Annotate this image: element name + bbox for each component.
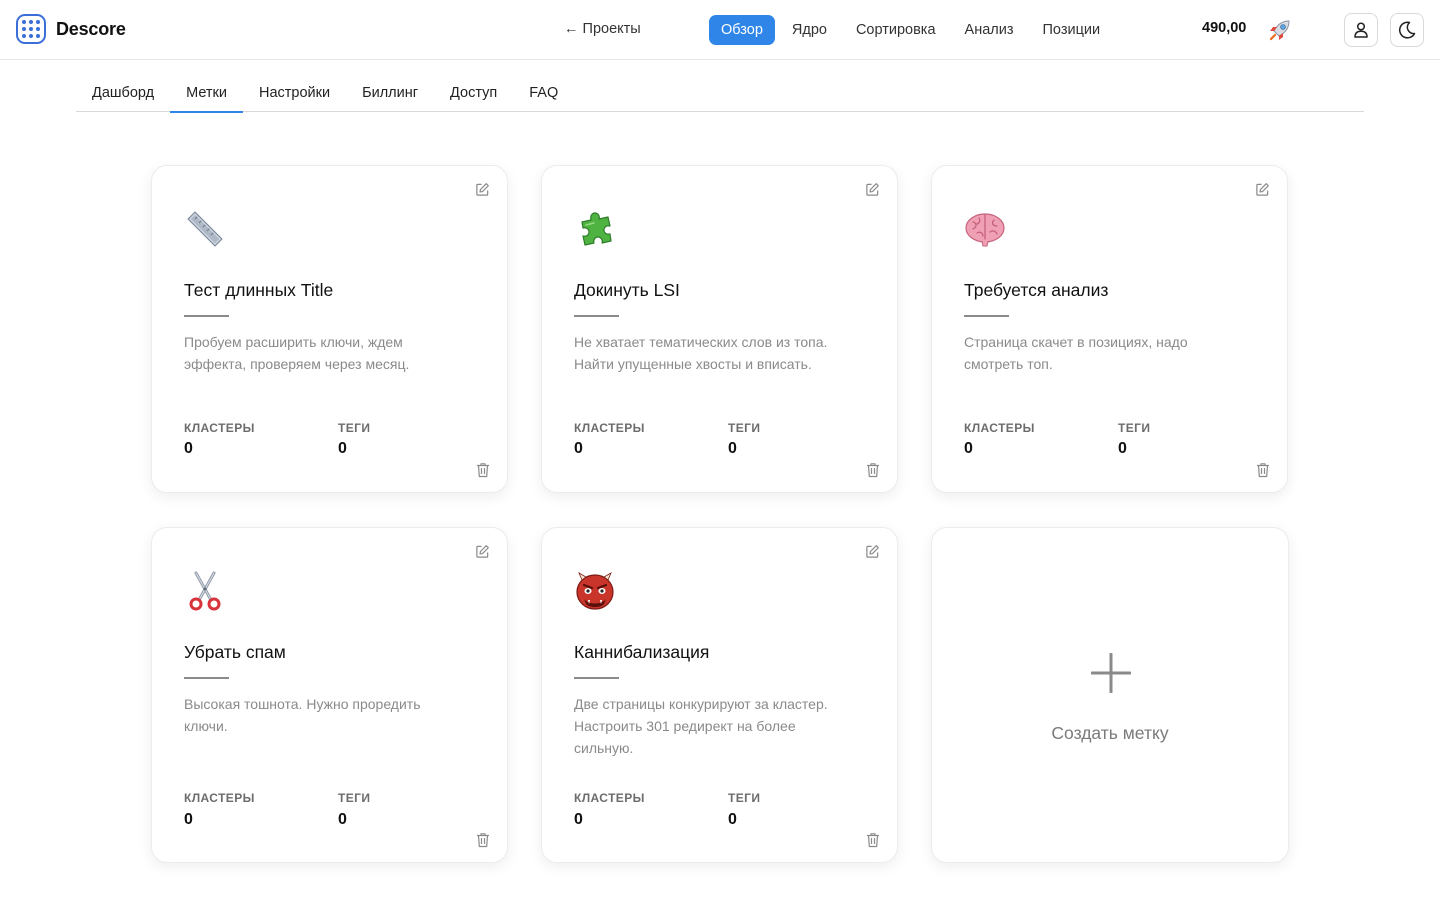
edit-icon[interactable] <box>475 544 490 559</box>
user-profile-button[interactable] <box>1344 13 1378 47</box>
label-title: Докинуть LSI <box>574 280 680 300</box>
tags-label: ТЕГИ <box>728 791 761 805</box>
app-logo-icon[interactable] <box>16 14 46 44</box>
clusters-label: КЛАСТЕРЫ <box>964 421 1035 435</box>
create-label-text: Создать метку <box>1051 723 1169 743</box>
edit-icon[interactable] <box>475 182 490 197</box>
clusters-count: 0 <box>184 811 193 828</box>
label-description: Страница скачет в позициях, надо смотрет… <box>964 334 1188 372</box>
tab-dashboard[interactable]: Дашборд <box>76 78 170 112</box>
label-description: Не хватает тематических слов из топа. На… <box>574 334 828 372</box>
label-description: Высокая тошнота. Нужно проредить ключи. <box>184 696 421 734</box>
trash-icon[interactable] <box>866 832 880 848</box>
app-name[interactable]: Descore <box>56 19 126 40</box>
clusters-count: 0 <box>574 811 583 828</box>
title-divider <box>574 315 619 317</box>
label-card: Докинуть LSI Не хватает тематических сло… <box>541 165 898 493</box>
balance-value: 490,00 <box>1202 20 1247 36</box>
label-title: Требуется анализ <box>964 280 1109 300</box>
user-icon <box>1354 22 1368 38</box>
tab-settings[interactable]: Настройки <box>243 78 346 112</box>
back-to-projects-link[interactable]: ← Проекты <box>564 21 641 37</box>
tags-label: ТЕГИ <box>338 421 371 435</box>
tags-label: ТЕГИ <box>338 791 371 805</box>
edit-icon[interactable] <box>865 544 880 559</box>
tags-label: ТЕГИ <box>1118 421 1151 435</box>
clusters-label: КЛАСТЕРЫ <box>184 421 255 435</box>
nav-item-analysis[interactable]: Анализ <box>953 15 1026 45</box>
label-card: Тест длинных Title Пробуем расширить клю… <box>151 165 508 493</box>
tab-labels[interactable]: Метки <box>170 78 243 113</box>
label-description: Две страницы конкурируют за кластер. Нас… <box>574 696 828 756</box>
tab-faq[interactable]: FAQ <box>513 78 574 112</box>
project-tabs: Дашборд Метки Настройки Биллинг Доступ F… <box>76 78 1364 113</box>
plus-icon <box>1091 653 1131 693</box>
title-divider <box>964 315 1009 317</box>
tags-count: 0 <box>338 440 347 457</box>
label-card: Требуется анализ Страница скачет в позиц… <box>931 165 1288 493</box>
clusters-count: 0 <box>964 440 973 457</box>
trash-icon[interactable] <box>476 832 490 848</box>
theme-toggle-button[interactable] <box>1390 13 1424 47</box>
nav-item-overview[interactable]: Обзор <box>709 15 775 45</box>
clusters-count: 0 <box>184 440 193 457</box>
edit-icon[interactable] <box>865 182 880 197</box>
create-label-card[interactable]: Создать метку <box>931 527 1289 863</box>
tab-billing[interactable]: Биллинг <box>346 78 434 112</box>
clusters-count: 0 <box>574 440 583 457</box>
clusters-label: КЛАСТЕРЫ <box>574 791 645 805</box>
ruler-icon <box>187 211 223 247</box>
top-bar: Descore ← Проекты Обзор Ядро Сортировка … <box>0 0 1440 60</box>
trash-icon[interactable] <box>1256 462 1270 478</box>
nav-item-core[interactable]: Ядро <box>780 15 839 45</box>
brain-icon <box>965 213 1005 247</box>
tags-count: 0 <box>728 440 737 457</box>
title-divider <box>184 677 229 679</box>
label-card: Каннибализация Две страницы конкурируют … <box>541 527 898 863</box>
rocket-icon <box>1269 20 1290 41</box>
tab-access[interactable]: Доступ <box>434 78 513 112</box>
label-description: Пробуем расширить ключи, ждем эффекта, п… <box>184 334 410 372</box>
tags-count: 0 <box>1118 440 1127 457</box>
main-nav: Обзор Ядро Сортировка Анализ Позиции <box>709 15 1117 45</box>
title-divider <box>574 677 619 679</box>
tags-count: 0 <box>338 811 347 828</box>
moon-icon <box>1399 21 1416 39</box>
tags-label: ТЕГИ <box>728 421 761 435</box>
clusters-label: КЛАСТЕРЫ <box>184 791 255 805</box>
clusters-label: КЛАСТЕРЫ <box>574 421 645 435</box>
ogre-icon <box>576 572 614 610</box>
label-title: Каннибализация <box>574 642 710 662</box>
label-title: Тест длинных Title <box>184 280 334 300</box>
scissors-icon <box>189 571 221 611</box>
trash-icon[interactable] <box>476 462 490 478</box>
trash-icon[interactable] <box>866 462 880 478</box>
puzzle-piece-icon <box>581 212 612 246</box>
title-divider <box>184 315 229 317</box>
nav-item-positions[interactable]: Позиции <box>1031 15 1113 45</box>
nav-item-sorting[interactable]: Сортировка <box>844 15 948 45</box>
label-title: Убрать спам <box>184 642 286 662</box>
tags-count: 0 <box>728 811 737 828</box>
label-card: Убрать спам Высокая тошнота. Нужно проре… <box>151 527 508 863</box>
edit-icon[interactable] <box>1255 182 1270 197</box>
